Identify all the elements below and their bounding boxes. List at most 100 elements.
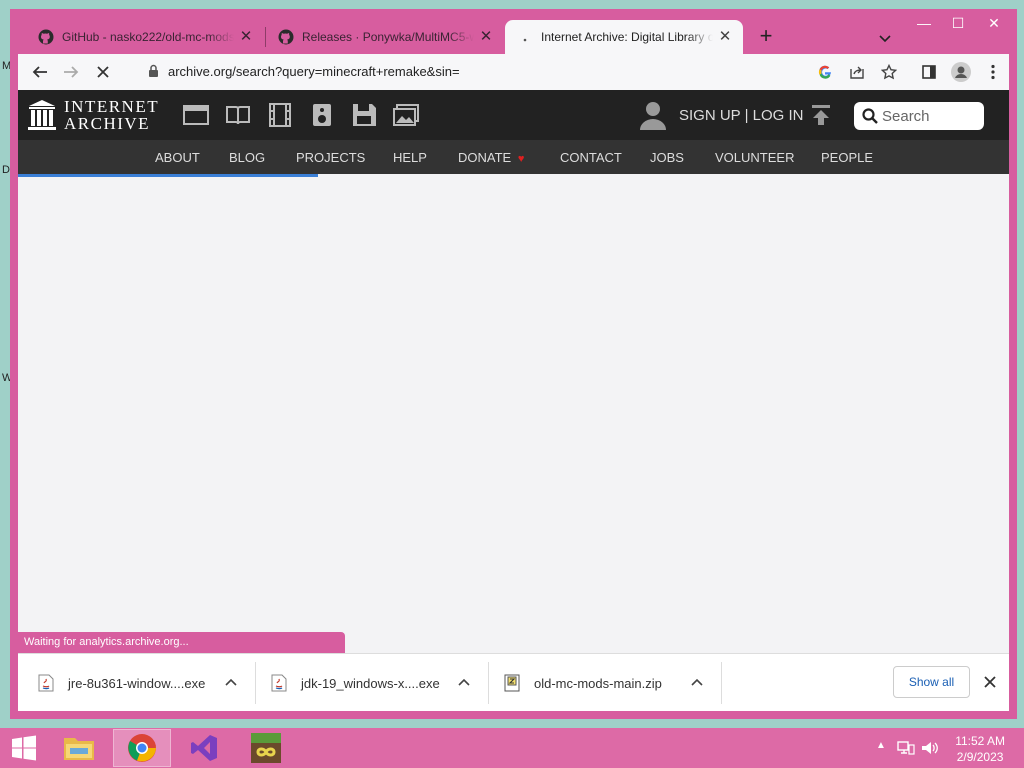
sign-up-log-in-link[interactable]: SIGN UP | LOG IN	[679, 107, 803, 124]
web-archive-icon[interactable]	[183, 103, 209, 127]
tab-title: Internet Archive: Digital Library of Fre…	[541, 30, 713, 44]
tab-releases-multimc5[interactable]: Releases · Ponywka/MultiMC5-wi ✕	[266, 20, 504, 54]
downloads-bar: jre-8u361-window....exe jdk-19_windows-x…	[18, 653, 1009, 711]
download-item[interactable]: jre-8u361-window....exe	[38, 654, 205, 712]
download-divider	[488, 662, 489, 704]
java-file-icon	[271, 674, 287, 692]
chevron-up-icon[interactable]	[456, 674, 472, 690]
page-loading-progress	[18, 174, 318, 177]
clock-time: 11:52 AM	[955, 734, 1005, 748]
network-icon[interactable]	[897, 740, 915, 756]
status-bar: Waiting for analytics.archive.org...	[18, 632, 345, 653]
download-filename: jdk-19_windows-x....exe	[301, 675, 440, 691]
bookmark-star-icon[interactable]	[879, 62, 899, 82]
images-icon[interactable]	[393, 103, 419, 127]
taskbar-multimc[interactable]	[237, 729, 295, 767]
chrome-icon	[128, 734, 156, 762]
windows-logo-icon	[12, 735, 36, 761]
internet-archive-wordmark[interactable]: INTERNET ARCHIVE	[64, 98, 159, 132]
software-floppy-icon[interactable]	[351, 103, 377, 127]
heart-icon: ♥	[517, 153, 525, 165]
nav-jobs[interactable]: JOBS	[650, 150, 684, 165]
search-icon	[862, 108, 878, 124]
zip-file-icon	[504, 674, 520, 692]
lock-icon[interactable]	[148, 64, 159, 78]
tab-internet-archive[interactable]: Internet Archive: Digital Library of Fre…	[505, 20, 743, 54]
loading-icon	[523, 38, 527, 42]
minimize-button[interactable]: —	[907, 12, 941, 34]
start-button[interactable]	[0, 729, 48, 767]
nav-donate[interactable]: DONATE ♥	[458, 150, 524, 165]
address-bar[interactable]: archive.org/search?query=minecraft+remak…	[168, 64, 460, 79]
logo-line: ARCHIVE	[64, 114, 151, 133]
internet-archive-logo-icon[interactable]	[28, 99, 56, 131]
new-tab-button[interactable]: +	[754, 25, 778, 47]
nav-donate-label: DONATE	[458, 150, 512, 165]
nav-people[interactable]: PEOPLE	[821, 150, 873, 165]
system-clock[interactable]: 11:52 AM 2/9/2023	[955, 733, 1005, 765]
java-file-icon	[38, 674, 54, 692]
search-input[interactable]: Search	[854, 102, 984, 130]
nav-volunteer[interactable]: VOLUNTEER	[715, 150, 794, 165]
visual-studio-icon	[191, 735, 217, 761]
nav-help[interactable]: HELP	[393, 150, 427, 165]
download-filename: old-mc-mods-main.zip	[534, 675, 662, 691]
forward-button[interactable]	[59, 60, 83, 84]
texts-book-icon[interactable]	[225, 103, 251, 127]
github-icon	[38, 29, 54, 45]
download-filename: jre-8u361-window....exe	[68, 675, 206, 691]
taskbar-file-explorer[interactable]	[50, 729, 108, 767]
download-divider	[721, 662, 722, 704]
stop-loading-button[interactable]	[91, 60, 115, 84]
close-icon	[97, 66, 109, 78]
user-avatar-icon[interactable]	[639, 100, 667, 130]
nav-projects[interactable]: PROJECTS	[296, 150, 365, 165]
tab-github-old-mc-mods[interactable]: GitHub - nasko222/old-mc-mods ✕	[26, 20, 264, 54]
show-hidden-icons-chevron-icon[interactable]: ▲	[876, 740, 886, 751]
maximize-button[interactable]: ☐	[941, 12, 975, 34]
desktop-icon-label: D	[2, 164, 10, 176]
audio-speaker-icon[interactable]	[309, 103, 335, 127]
tab-title: Releases · Ponywka/MultiMC5-wi	[302, 30, 474, 44]
browser-window: GitHub - nasko222/old-mc-mods ✕ Releases…	[10, 9, 1017, 719]
tab-title: GitHub - nasko222/old-mc-mods	[62, 30, 234, 44]
close-window-button[interactable]: ✕	[975, 12, 1013, 34]
tab-search-chevron-icon[interactable]	[873, 27, 897, 49]
download-item[interactable]: old-mc-mods-main.zip	[504, 654, 662, 712]
side-panel-icon[interactable]	[919, 62, 939, 82]
browser-toolbar: archive.org/search?query=minecraft+remak…	[18, 54, 1009, 90]
volume-speaker-icon[interactable]	[921, 740, 939, 756]
close-tab-icon[interactable]: ✕	[717, 29, 733, 45]
download-item[interactable]: jdk-19_windows-x....exe	[271, 654, 440, 712]
taskbar-visual-studio[interactable]	[175, 729, 233, 767]
chevron-up-icon[interactable]	[689, 674, 705, 690]
search-placeholder: Search	[882, 108, 930, 125]
kebab-menu-icon[interactable]	[983, 62, 1003, 82]
chevron-up-icon[interactable]	[223, 674, 239, 690]
taskbar-chrome[interactable]	[113, 729, 171, 767]
multimc-icon	[251, 733, 281, 763]
nav-contact[interactable]: CONTACT	[560, 150, 622, 165]
video-film-icon[interactable]	[267, 103, 293, 127]
download-divider	[255, 662, 256, 704]
back-button[interactable]	[28, 60, 52, 84]
nav-blog[interactable]: BLOG	[229, 150, 265, 165]
close-icon[interactable]	[980, 672, 1000, 692]
upload-icon[interactable]	[810, 104, 832, 126]
logo-line: INTERNET	[64, 97, 160, 116]
nav-about[interactable]: ABOUT	[155, 150, 200, 165]
ia-top-bar: INTERNET ARCHIVE SIGN UP | LOG IN Search	[18, 90, 1009, 140]
google-lens-icon[interactable]	[815, 62, 835, 82]
ia-nav-bar: ABOUT BLOG PROJECTS HELP DONATE ♥ CONTAC…	[18, 140, 1009, 174]
clock-date: 2/9/2023	[956, 750, 1004, 764]
arrow-left-icon	[32, 66, 47, 78]
folder-icon	[64, 738, 94, 760]
close-tab-icon[interactable]: ✕	[238, 29, 254, 45]
windows-taskbar: ▲ 11:52 AM 2/9/2023	[0, 728, 1024, 768]
share-icon[interactable]	[847, 62, 867, 82]
arrow-right-icon	[64, 66, 79, 78]
close-tab-icon[interactable]: ✕	[478, 29, 494, 45]
profile-avatar-icon[interactable]	[951, 62, 971, 82]
show-all-downloads-button[interactable]: Show all	[893, 666, 970, 698]
github-icon	[278, 29, 294, 45]
